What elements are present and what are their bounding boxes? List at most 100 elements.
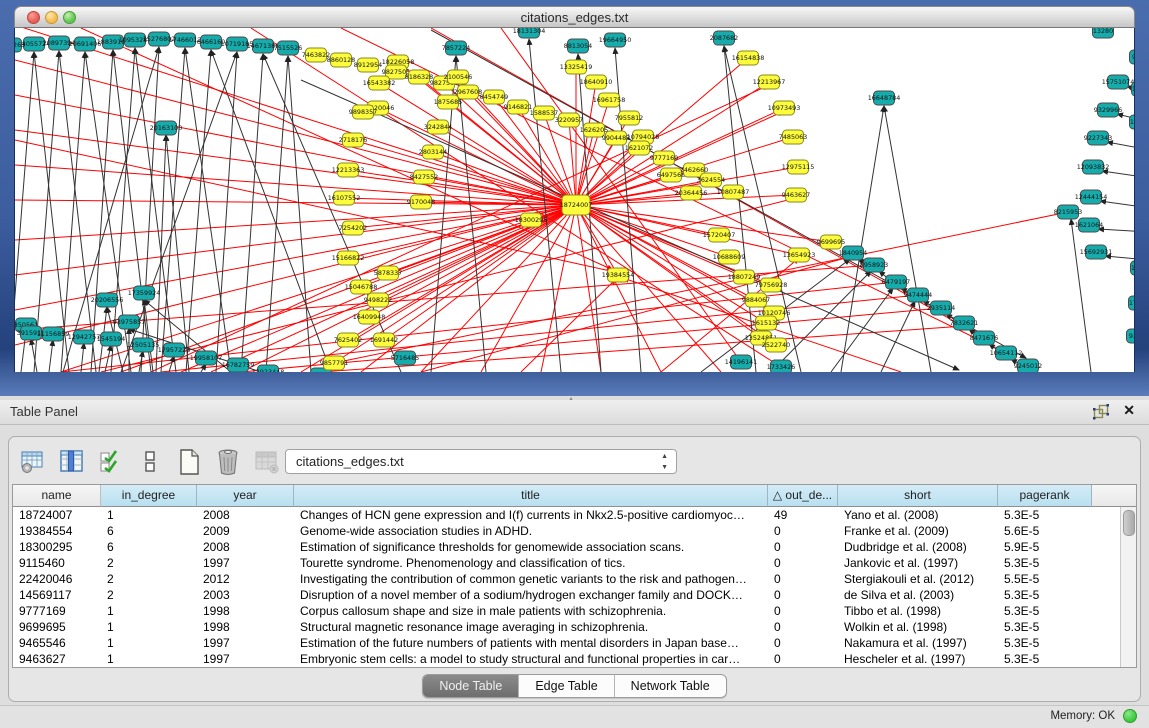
- table-cell[interactable]: 6: [101, 523, 197, 539]
- graph-node[interactable]: 18131304: [513, 28, 546, 38]
- graph-edge[interactable]: [15, 60, 576, 205]
- table-cell[interactable]: 5.9E-5: [998, 539, 1092, 555]
- graph-edge[interactable]: [105, 345, 111, 372]
- graph-node[interactable]: 9777169: [650, 151, 678, 165]
- graph-node[interactable]: 9245012: [1014, 359, 1042, 372]
- graph-node[interactable]: 16154838: [732, 51, 765, 65]
- table-cell[interactable]: Estimation of the future numbers of pati…: [294, 635, 768, 651]
- graph-node[interactable]: 6479197: [882, 275, 910, 289]
- table-cell[interactable]: Nakamura et al. (1997): [838, 635, 998, 651]
- graph-edge[interactable]: [1105, 256, 1135, 260]
- graph-node[interactable]: 2100546: [444, 70, 472, 84]
- create-table-icon[interactable]: [176, 449, 202, 475]
- table-cell[interactable]: 5.3E-5: [998, 555, 1092, 571]
- table-cell[interactable]: 1997: [197, 555, 294, 571]
- table-cell[interactable]: 1997: [197, 635, 294, 651]
- table-cell[interactable]: 19384554: [13, 523, 101, 539]
- graph-node[interactable]: 12744: [1132, 82, 1136, 96]
- graph-node[interactable]: 12444154: [1075, 190, 1108, 204]
- table-cell[interactable]: Franke et al. (2009): [838, 523, 998, 539]
- table-cell[interactable]: 2: [101, 587, 197, 603]
- graph-node[interactable]: 7254202: [339, 221, 367, 235]
- graph-edge[interactable]: [1107, 142, 1135, 150]
- table-vertical-scrollbar[interactable]: [1120, 507, 1136, 667]
- table-cell[interactable]: 9777169: [13, 603, 101, 619]
- table-cell[interactable]: 2008: [197, 539, 294, 555]
- graph-edge[interactable]: [576, 205, 799, 255]
- graph-node[interactable]: 9219: [1130, 50, 1136, 64]
- graph-node[interactable]: 8860128: [327, 53, 355, 67]
- table-cell[interactable]: 1: [101, 619, 197, 635]
- table-cell[interactable]: 5.3E-5: [998, 507, 1092, 523]
- graph-node[interactable]: 19664950: [599, 33, 632, 47]
- graph-node[interactable]: 12213967: [753, 75, 786, 89]
- table-cell[interactable]: Hescheler et al. (1997): [838, 651, 998, 667]
- table-cell[interactable]: 0: [768, 523, 838, 539]
- graph-node[interactable]: 8471676: [970, 331, 998, 345]
- graph-node[interactable]: 12923448: [252, 365, 285, 372]
- graph-node[interactable]: 8958923: [860, 258, 888, 272]
- table-cell[interactable]: 0: [768, 603, 838, 619]
- table-row[interactable]: 2242004622012Investigating the contribut…: [13, 571, 1136, 587]
- graph-edge[interactable]: [569, 120, 576, 205]
- table-cell[interactable]: Stergiakouli et al. (2012): [838, 571, 998, 587]
- graph-edge[interactable]: [1100, 201, 1135, 208]
- graph-edge[interactable]: [34, 52, 69, 372]
- table-cell[interactable]: 0: [768, 635, 838, 651]
- table-cell[interactable]: 2003: [197, 587, 294, 603]
- table-row[interactable]: 946554611997Estimation of the future num…: [13, 635, 1136, 651]
- table-cell[interactable]: 18724007: [13, 507, 101, 523]
- table-cell[interactable]: 5.3E-5: [998, 619, 1092, 635]
- graph-node[interactable]: 8813054: [564, 39, 592, 53]
- column-header-pagerank[interactable]: pagerank: [998, 485, 1092, 507]
- graph-node[interactable]: 12210: [1131, 261, 1136, 275]
- table-cell[interactable]: 5.6E-5: [998, 523, 1092, 539]
- column-header-short[interactable]: short: [838, 485, 998, 507]
- column-header-out_de[interactable]: △ out_de...: [768, 485, 838, 507]
- graph-node[interactable]: 18640910: [580, 75, 613, 89]
- table-cell[interactable]: 6: [101, 539, 197, 555]
- graph-node[interactable]: 2718176: [339, 133, 367, 147]
- network-window-titlebar[interactable]: citations_edges.txt: [14, 6, 1135, 28]
- memory-ok-indicator[interactable]: [1123, 709, 1137, 723]
- table-cell[interactable]: de Silva et al. (2003): [838, 587, 998, 603]
- table-cell[interactable]: 2009: [197, 523, 294, 539]
- table-cell[interactable]: 1998: [197, 603, 294, 619]
- graph-node[interactable]: 14454: [1130, 115, 1136, 129]
- graph-node[interactable]: 9329966: [1094, 103, 1122, 117]
- graph-node[interactable]: 2803144: [419, 145, 447, 159]
- graph-node[interactable]: 9146821: [504, 100, 532, 114]
- tab-edge-table[interactable]: Edge Table: [519, 675, 614, 697]
- graph-node[interactable]: 8454749: [480, 90, 508, 104]
- graph-node[interactable]: 9352: [1127, 329, 1136, 343]
- node-attribute-table[interactable]: namein_degreeyeartitle△ out_de...shortpa…: [12, 484, 1137, 668]
- table-cell[interactable]: 0: [768, 619, 838, 635]
- graph-node[interactable]: 5716485: [391, 351, 419, 365]
- column-header-in_degree[interactable]: in_degree: [101, 485, 197, 507]
- table-cell[interactable]: 1: [101, 507, 197, 523]
- graph-node[interactable]: 2935114: [927, 301, 955, 315]
- tab-node-table[interactable]: Node Table: [423, 675, 519, 697]
- graph-edge[interactable]: [169, 356, 174, 372]
- graph-edge[interactable]: [15, 205, 576, 240]
- table-cell[interactable]: Corpus callosum shape and size in male p…: [294, 603, 768, 619]
- table-cell[interactable]: Estimation of significance thresholds fo…: [294, 539, 768, 555]
- graph-node[interactable]: 15046788: [345, 280, 378, 294]
- graph-edge[interactable]: [521, 279, 616, 372]
- graph-node[interactable]: 3242844: [424, 120, 452, 134]
- table-cell[interactable]: Investigating the contribution of common…: [294, 571, 768, 587]
- table-cell[interactable]: Tourette syndrome. Phenomenology and cla…: [294, 555, 768, 571]
- graph-node[interactable]: 12942757: [68, 330, 101, 344]
- graph-edge[interactable]: [433, 152, 576, 205]
- table-cell[interactable]: 5.3E-5: [998, 587, 1092, 603]
- table-cell[interactable]: 1: [101, 651, 197, 667]
- graph-node[interactable]: 9884067: [742, 293, 770, 307]
- table-cell[interactable]: Disruption of a novel member of a sodium…: [294, 587, 768, 603]
- citation-network-graph[interactable]: 1872400714055724208973942069140618839167…: [15, 28, 1135, 372]
- table-row[interactable]: 1456911722003Disruption of a novel membe…: [13, 587, 1136, 603]
- table-cell[interactable]: 1998: [197, 619, 294, 635]
- graph-node[interactable]: 1691442: [370, 333, 398, 347]
- table-row[interactable]: 969969511998Structural magnetic resonanc…: [13, 619, 1136, 635]
- table-cell[interactable]: Yano et al. (2008): [838, 507, 998, 523]
- graph-node[interactable]: 16409948: [353, 310, 386, 324]
